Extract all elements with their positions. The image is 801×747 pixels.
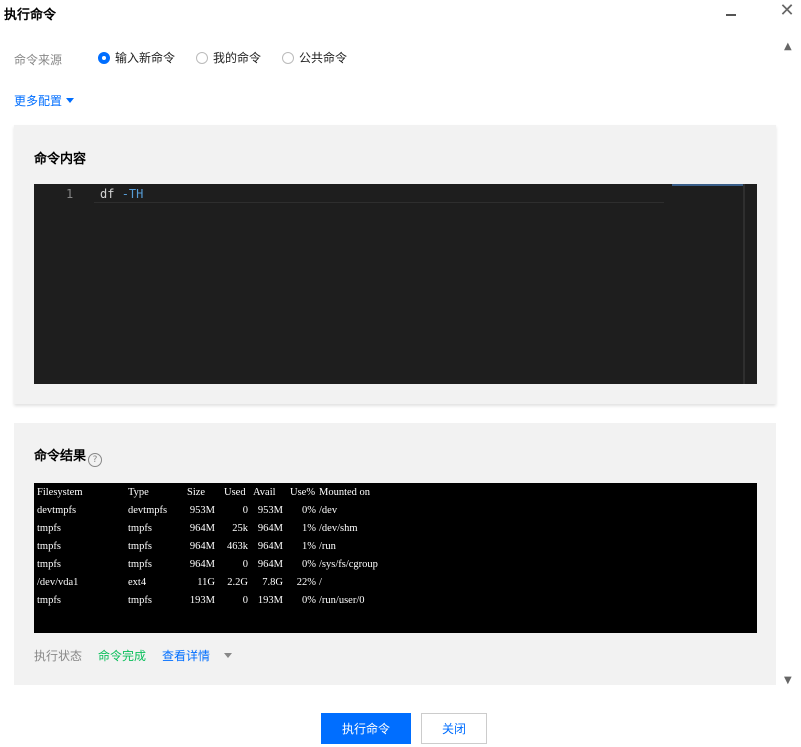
terminal-cell: tmpfs xyxy=(128,523,152,534)
terminal-cell: 964M xyxy=(189,541,215,552)
terminal-cell: Mounted on xyxy=(319,487,371,498)
terminal-cell: /dev/vda1 xyxy=(37,577,79,588)
vertical-scrollbar[interactable]: ▲ ▼ xyxy=(781,40,797,688)
close-icon[interactable]: ✕ xyxy=(778,2,796,20)
terminal-cell: devtmpfs xyxy=(37,505,77,516)
terminal-cell: 0 xyxy=(242,559,248,570)
terminal-cell: tmpfs xyxy=(37,541,61,552)
close-button[interactable]: 关闭 xyxy=(421,713,487,744)
terminal-cell: /run xyxy=(319,541,336,552)
radio-public-commands[interactable]: 公共命令 xyxy=(282,49,347,66)
terminal-cell: 25k xyxy=(232,523,248,534)
terminal-cell: Used xyxy=(224,487,246,498)
radio-checked-icon xyxy=(98,51,110,64)
terminal-cell: /sys/fs/cgroup xyxy=(319,559,378,570)
terminal-cell: 0% xyxy=(302,505,316,516)
terminal-cell: tmpfs xyxy=(128,541,152,552)
terminal-cell: 964M xyxy=(189,523,215,534)
scroll-down-icon[interactable]: ▼ xyxy=(784,676,792,686)
view-details-link[interactable]: 查看详情 xyxy=(162,647,210,664)
command-content-title: 命令内容 xyxy=(34,152,87,167)
question-circle-icon[interactable]: ? xyxy=(88,453,103,467)
line-number: 1 xyxy=(66,187,74,201)
code-command: df xyxy=(100,187,115,201)
terminal-cell: / xyxy=(319,577,322,588)
terminal-cell: 193M xyxy=(189,595,215,606)
radio-unchecked-icon xyxy=(196,51,208,64)
more-config-label: 更多配置 xyxy=(14,94,63,108)
result-terminal: Filesystem Type Size Used Avail Use% Mounted o… xyxy=(34,483,757,633)
terminal-cell: Filesystem xyxy=(37,487,83,498)
terminal-cell: /dev/shm xyxy=(319,523,358,534)
terminal-cell: 11G xyxy=(197,577,215,588)
terminal-cell: 1% xyxy=(302,523,316,534)
radio-unchecked-icon xyxy=(282,51,294,64)
terminal-cell: devtmpfs xyxy=(128,505,168,516)
terminal-cell: Use% xyxy=(290,487,316,498)
caret-down-icon xyxy=(66,98,75,103)
terminal-cell: tmpfs xyxy=(128,559,152,570)
radio-label: 公共命令 xyxy=(299,51,348,65)
terminal-cell: /run/user/0 xyxy=(319,595,365,606)
terminal-cell: 0% xyxy=(302,559,316,570)
status-label: 执行状态 xyxy=(34,649,83,663)
terminal-cell: tmpfs xyxy=(37,559,61,570)
editor-minimap xyxy=(672,184,744,186)
terminal-cell: Avail xyxy=(253,487,276,498)
terminal-cell: tmpfs xyxy=(128,595,152,606)
terminal-cell: 953M xyxy=(257,505,283,516)
terminal-cell: 22% xyxy=(296,577,316,588)
radio-my-commands[interactable]: 我的命令 xyxy=(196,49,261,66)
radio-new-command[interactable]: 输入新命令 xyxy=(98,49,175,66)
terminal-cell: 964M xyxy=(257,523,283,534)
terminal-cell: tmpfs xyxy=(37,595,61,606)
terminal-cell: 964M xyxy=(189,559,215,570)
details-caret-icon[interactable] xyxy=(224,653,232,658)
dialog-title: 执行命令 xyxy=(4,8,57,23)
terminal-cell: Type xyxy=(128,487,149,498)
terminal-cell: 7.8G xyxy=(262,577,283,588)
terminal-cell: 953M xyxy=(189,505,215,516)
command-result-title: 命令结果? xyxy=(34,445,103,467)
terminal-cell: 0 xyxy=(242,505,248,516)
terminal-cell: Size xyxy=(187,487,206,498)
result-title-text: 命令结果 xyxy=(34,449,87,464)
radio-label: 我的命令 xyxy=(213,51,262,65)
terminal-cell: 964M xyxy=(257,541,283,552)
command-source-row: 命令来源 xyxy=(14,50,62,68)
execute-command-button[interactable]: 执行命令 xyxy=(321,713,411,744)
terminal-cell: /dev xyxy=(319,505,338,516)
terminal-cell: 2.2G xyxy=(227,577,248,588)
radio-label: 输入新命令 xyxy=(115,51,176,65)
command-source-label: 命令来源 xyxy=(14,52,63,67)
code-editor[interactable]: 1 df -TH xyxy=(34,184,757,384)
current-line-highlight xyxy=(94,202,664,203)
terminal-cell: 0 xyxy=(242,595,248,606)
more-config-toggle[interactable]: 更多配置 xyxy=(14,92,75,109)
terminal-cell: 193M xyxy=(257,595,283,606)
terminal-cell: 0% xyxy=(302,595,316,606)
terminal-cell: ext4 xyxy=(128,577,147,588)
code-flag: -TH xyxy=(121,187,144,201)
scroll-up-icon[interactable]: ▲ xyxy=(784,42,792,52)
status-value: 命令完成 xyxy=(98,649,147,663)
terminal-cell: 964M xyxy=(257,559,283,570)
editor-scrollbar[interactable] xyxy=(743,184,745,384)
code-line[interactable]: df -TH xyxy=(100,187,143,201)
terminal-cell: 463k xyxy=(227,541,248,552)
terminal-cell: tmpfs xyxy=(37,523,61,534)
terminal-cell: 1% xyxy=(302,541,316,552)
minimize-icon[interactable] xyxy=(724,4,738,18)
